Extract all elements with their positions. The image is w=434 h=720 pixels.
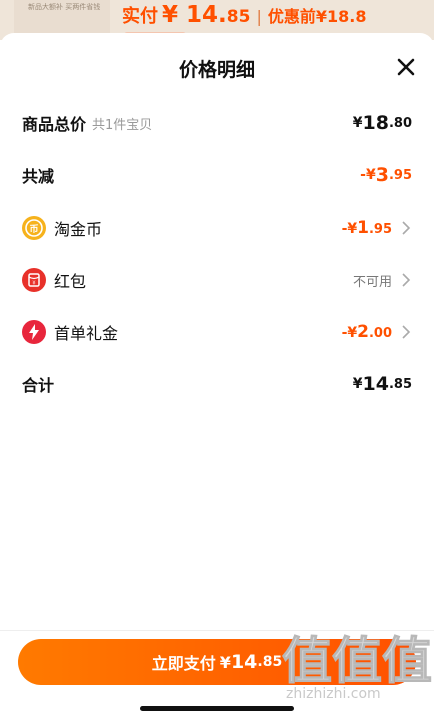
red-packet-label: 红包	[54, 272, 87, 291]
total-discount-row: 共减 -¥ 3.95	[22, 160, 412, 190]
sheet-title: 价格明细	[178, 59, 255, 81]
total-discount-label: 共减	[22, 167, 55, 186]
svg-text:币: 币	[29, 224, 38, 235]
total-discount-value: -¥ 3.95	[360, 164, 412, 186]
red-packet-icon: ¥	[22, 268, 46, 292]
total-price-row: 商品总价 共1件宝贝 ¥18.80	[22, 108, 412, 138]
first-order-gift-label: 首单礼金	[54, 324, 119, 343]
total-price-value: ¥18.80	[352, 112, 412, 134]
first-order-gift-value: -¥2.00	[341, 322, 392, 342]
original-price: 优惠前¥18.8	[267, 7, 367, 26]
close-icon[interactable]	[394, 55, 418, 79]
sum-row: 合计 ¥14.85	[22, 369, 412, 399]
price-separator: |	[256, 7, 262, 26]
taojinbi-label: 淘金币	[54, 220, 103, 239]
thumbnail-caption: 新品大额补 买两件省钱	[28, 3, 101, 11]
home-indicator	[140, 706, 294, 711]
total-price-label: 商品总价	[22, 115, 87, 134]
footer-divider	[0, 630, 434, 631]
taojinbi-row[interactable]: 币 淘金币 -¥1.95	[22, 213, 412, 243]
chevron-right-icon	[402, 273, 411, 287]
watermark: 值值值	[282, 632, 433, 690]
chevron-right-icon	[402, 325, 411, 339]
lightning-icon	[22, 320, 46, 344]
sum-label: 合计	[22, 376, 55, 395]
background-price: 实付 ¥ 14.85 | 优惠前¥18.8	[122, 2, 366, 28]
taojinbi-value: -¥1.95	[341, 218, 392, 238]
red-packet-status: 不可用	[352, 274, 392, 290]
svg-text:¥: ¥	[32, 281, 35, 287]
chevron-right-icon	[402, 221, 411, 235]
item-count: 共1件宝贝	[92, 117, 153, 133]
coin-icon: 币	[22, 216, 46, 240]
paid-label: 实付	[122, 6, 158, 27]
first-order-gift-row[interactable]: 首单礼金 -¥2.00	[22, 317, 412, 347]
paid-amount: ¥ 14.85	[162, 2, 251, 28]
price-detail-sheet: 价格明细 商品总价 共1件宝贝 ¥18.80 共减 -¥ 3.95 币 淘金币 -…	[0, 33, 434, 720]
watermark-glyphs: 值值值	[282, 632, 433, 690]
sum-value: ¥14.85	[352, 373, 412, 395]
red-packet-row[interactable]: ¥ 红包 不可用	[22, 265, 412, 295]
watermark-url: zhizhizhi.com	[286, 686, 381, 702]
